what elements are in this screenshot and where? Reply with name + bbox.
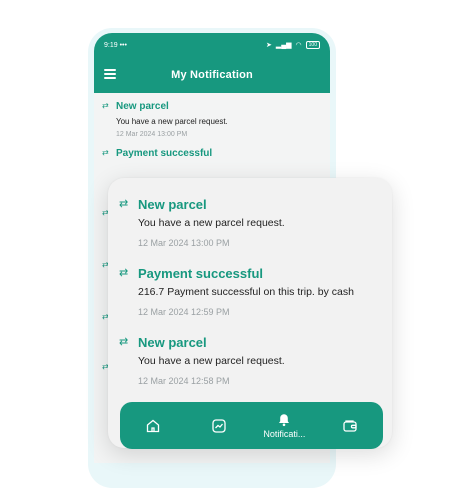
list-item[interactable]: ⇄ Payment successful: [94, 146, 330, 172]
swap-icon: ⇄: [119, 198, 129, 210]
wallet-icon: [343, 419, 357, 432]
list-item[interactable]: ⇄ New parcel You have a new parcel reque…: [94, 99, 330, 146]
page-title: My Notification: [171, 69, 253, 81]
location-icon: ➤: [265, 42, 272, 49]
swap-icon: ⇄: [102, 148, 109, 157]
app-bar: 9:19 ••• ➤ ▂▄▆ ◠ 100 My Notification: [94, 33, 330, 93]
bell-icon: [279, 413, 290, 426]
wifi-icon: ◠: [295, 42, 302, 49]
notification-date: 12 Mar 2024 12:58 PM: [138, 376, 230, 386]
swap-icon: ⇄: [102, 101, 109, 110]
list-item[interactable]: ⇄ Payment successful 216.7 Payment succe…: [108, 263, 392, 332]
notification-message: 216.7 Payment successful on this trip. b…: [138, 286, 354, 298]
notification-title: Payment successful: [138, 266, 264, 281]
menu-icon[interactable]: [104, 69, 116, 79]
notification-title: New parcel: [138, 335, 207, 350]
chart-icon: [211, 418, 226, 433]
notification-date: 12 Mar 2024 13:00 PM: [116, 131, 188, 138]
notification-date: 12 Mar 2024 13:00 PM: [138, 238, 230, 248]
tab-notifications[interactable]: Notificati...: [254, 406, 314, 446]
battery-icon: 100: [305, 41, 320, 49]
status-bar: 9:19 ••• ➤ ▂▄▆ ◠ 100: [94, 33, 330, 57]
list-item[interactable]: ⇄ New parcel You have a new parcel reque…: [108, 194, 392, 263]
status-time: 9:19: [104, 41, 118, 49]
bottom-tab-bar: Notificati...: [120, 402, 383, 449]
list-item[interactable]: ⇄ New parcel You have a new parcel reque…: [108, 332, 392, 401]
notification-date: 12 Mar 2024 12:59 PM: [138, 307, 230, 317]
tab-home[interactable]: [123, 406, 183, 446]
notification-message: You have a new parcel request.: [138, 217, 285, 229]
tab-wallet[interactable]: [320, 406, 380, 446]
swap-icon: ⇄: [119, 267, 129, 279]
signal-icon: ▂▄▆: [275, 42, 292, 49]
tab-notifications-label: Notificati...: [263, 428, 306, 439]
tab-activity[interactable]: [189, 406, 249, 446]
notification-title: New parcel: [116, 101, 169, 112]
notification-message: You have a new parcel request.: [116, 117, 228, 126]
status-dots: •••: [119, 41, 127, 49]
notification-title: Payment successful: [116, 148, 213, 159]
notification-title: New parcel: [138, 197, 207, 212]
home-icon: [146, 419, 160, 432]
swap-icon: ⇄: [119, 336, 129, 348]
notification-message: You have a new parcel request.: [138, 355, 285, 367]
